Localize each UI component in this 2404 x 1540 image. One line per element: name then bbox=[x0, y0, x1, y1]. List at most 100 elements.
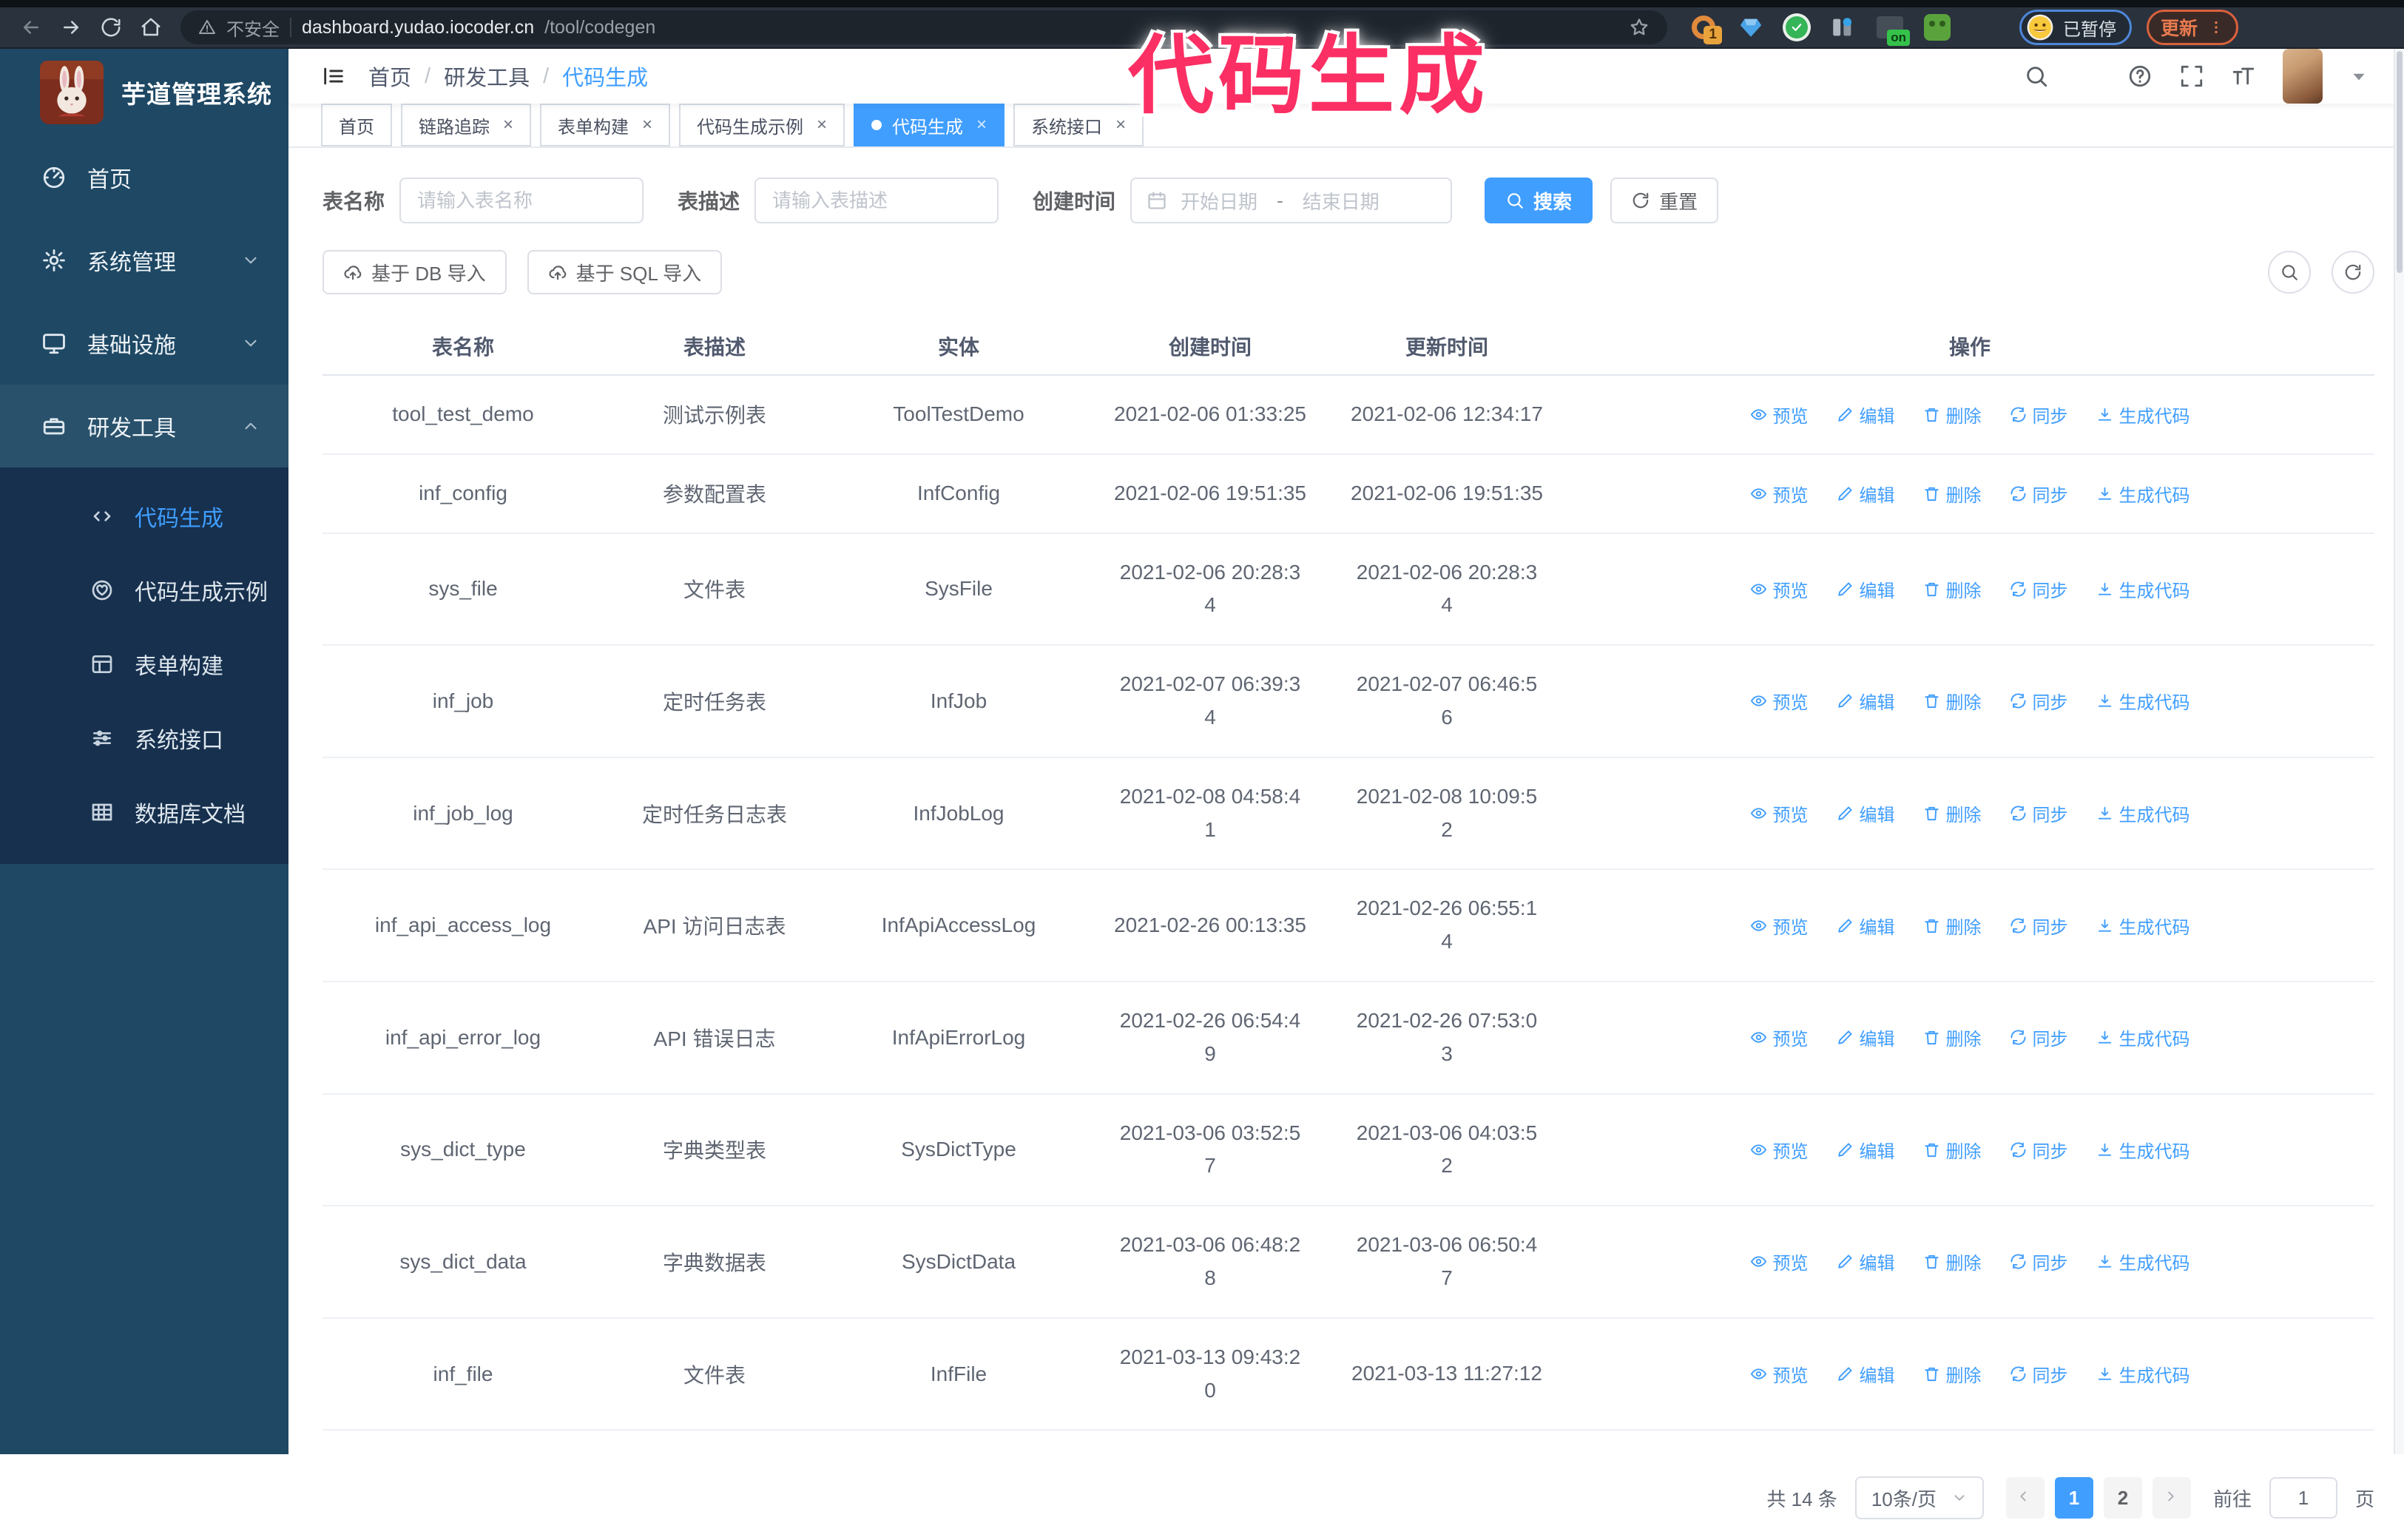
search-icon[interactable] bbox=[2024, 64, 2049, 89]
goto-page-input[interactable] bbox=[2269, 1477, 2337, 1519]
table-desc-input[interactable] bbox=[754, 178, 999, 223]
tab-4[interactable]: 代码生成 × bbox=[854, 104, 1005, 146]
sidebar-item-0[interactable]: 首页 bbox=[0, 136, 288, 219]
font-size-icon[interactable] bbox=[2231, 64, 2256, 89]
tab-3[interactable]: 代码生成示例 × bbox=[679, 104, 845, 146]
extension-gem-icon[interactable] bbox=[1735, 12, 1766, 43]
sidebar-subitem-3[interactable]: 系统接口 bbox=[0, 701, 288, 775]
close-tab-icon[interactable]: × bbox=[503, 115, 513, 135]
action-generate-link[interactable]: 生成代码 bbox=[2096, 1137, 2190, 1163]
tab-1[interactable]: 链路追踪 × bbox=[401, 104, 532, 146]
action-edit-link[interactable]: 编辑 bbox=[1837, 481, 1895, 507]
bookmark-star-icon[interactable] bbox=[1629, 17, 1650, 38]
fullscreen-icon[interactable] bbox=[2179, 64, 2204, 89]
action-preview-link[interactable]: 预览 bbox=[1750, 576, 1809, 602]
sidebar-item-1[interactable]: 系统管理 bbox=[0, 219, 288, 302]
scrollbar-thumb[interactable] bbox=[2397, 51, 2403, 273]
action-delete-link[interactable]: 删除 bbox=[1923, 913, 1982, 939]
action-generate-link[interactable]: 生成代码 bbox=[2096, 576, 2190, 602]
action-preview-link[interactable]: 预览 bbox=[1750, 1361, 1809, 1387]
action-generate-link[interactable]: 生成代码 bbox=[2096, 402, 2190, 428]
db-import-button[interactable]: 基于 DB 导入 bbox=[323, 250, 507, 294]
avatar[interactable] bbox=[2283, 49, 2323, 104]
search-button[interactable]: 搜索 bbox=[1485, 178, 1593, 223]
action-edit-link[interactable]: 编辑 bbox=[1837, 913, 1895, 939]
tab-2[interactable]: 表单构建 × bbox=[540, 104, 671, 146]
action-generate-link[interactable]: 生成代码 bbox=[2096, 800, 2190, 826]
tab-5[interactable]: 系统接口 × bbox=[1013, 104, 1144, 146]
page-number-1[interactable]: 1 bbox=[2054, 1477, 2093, 1519]
action-delete-link[interactable]: 删除 bbox=[1923, 576, 1982, 602]
close-tab-icon[interactable]: × bbox=[1115, 115, 1126, 135]
action-generate-link[interactable]: 生成代码 bbox=[2096, 688, 2190, 714]
home-icon[interactable] bbox=[133, 10, 169, 44]
sidebar-item-2[interactable]: 基础设施 bbox=[0, 302, 288, 385]
action-edit-link[interactable]: 编辑 bbox=[1837, 576, 1895, 602]
action-edit-link[interactable]: 编辑 bbox=[1837, 688, 1895, 714]
action-preview-link[interactable]: 预览 bbox=[1750, 402, 1809, 428]
page-size-select[interactable]: 10条/页 bbox=[1854, 1476, 1984, 1520]
sidebar-subitem-1[interactable]: 代码生成示例 bbox=[0, 553, 288, 627]
close-tab-icon[interactable]: × bbox=[976, 115, 987, 135]
action-sync-link[interactable]: 同步 bbox=[2010, 1361, 2068, 1387]
action-preview-link[interactable]: 预览 bbox=[1750, 913, 1809, 939]
action-generate-link[interactable]: 生成代码 bbox=[2096, 913, 2190, 939]
close-tab-icon[interactable]: × bbox=[817, 115, 827, 135]
extension-check-icon[interactable] bbox=[1783, 13, 1811, 41]
action-delete-link[interactable]: 删除 bbox=[1923, 481, 1982, 507]
sql-import-button[interactable]: 基于 SQL 导入 bbox=[527, 250, 723, 294]
sidebar-item-3[interactable]: 研发工具 bbox=[0, 385, 288, 467]
action-sync-link[interactable]: 同步 bbox=[2010, 481, 2068, 507]
action-preview-link[interactable]: 预览 bbox=[1750, 800, 1809, 826]
action-delete-link[interactable]: 删除 bbox=[1923, 688, 1982, 714]
action-sync-link[interactable]: 同步 bbox=[2010, 1024, 2068, 1050]
action-edit-link[interactable]: 编辑 bbox=[1837, 800, 1895, 826]
action-preview-link[interactable]: 预览 bbox=[1750, 1137, 1809, 1163]
action-edit-link[interactable]: 编辑 bbox=[1837, 402, 1895, 428]
extension-dark-icon[interactable]: on bbox=[1874, 12, 1910, 46]
action-preview-link[interactable]: 预览 bbox=[1750, 688, 1809, 714]
action-preview-link[interactable]: 预览 bbox=[1750, 1249, 1809, 1274]
action-generate-link[interactable]: 生成代码 bbox=[2096, 481, 2190, 507]
action-delete-link[interactable]: 删除 bbox=[1923, 1249, 1982, 1274]
action-edit-link[interactable]: 编辑 bbox=[1837, 1137, 1895, 1163]
extension-orange-icon[interactable]: 1 bbox=[1688, 12, 1722, 44]
sidebar-subitem-0[interactable]: 代码生成 bbox=[0, 479, 288, 553]
browser-update-button[interactable]: 更新 bbox=[2147, 10, 2239, 45]
tab-0[interactable]: 首页 bbox=[321, 104, 392, 146]
app-logo[interactable]: 芋道管理系统 bbox=[0, 49, 288, 136]
extensions-puzzle-icon[interactable] bbox=[1969, 12, 2000, 43]
breadcrumb-devtools[interactable]: 研发工具 bbox=[444, 61, 530, 92]
reload-icon[interactable] bbox=[93, 10, 129, 44]
reset-button[interactable]: 重置 bbox=[1610, 178, 1719, 223]
action-delete-link[interactable]: 删除 bbox=[1923, 402, 1982, 428]
action-sync-link[interactable]: 同步 bbox=[2010, 913, 2068, 939]
toggle-search-button[interactable] bbox=[2268, 251, 2311, 294]
action-delete-link[interactable]: 删除 bbox=[1923, 1361, 1982, 1387]
action-sync-link[interactable]: 同步 bbox=[2010, 800, 2068, 826]
action-delete-link[interactable]: 删除 bbox=[1923, 1024, 1982, 1050]
action-generate-link[interactable]: 生成代码 bbox=[2096, 1024, 2190, 1050]
action-sync-link[interactable]: 同步 bbox=[2010, 1137, 2068, 1163]
sidebar-subitem-4[interactable]: 数据库文档 bbox=[0, 775, 288, 849]
action-sync-link[interactable]: 同步 bbox=[2010, 576, 2068, 602]
hamburger-icon[interactable] bbox=[321, 64, 346, 89]
action-sync-link[interactable]: 同步 bbox=[2010, 1249, 2068, 1274]
page-number-2[interactable]: 2 bbox=[2103, 1477, 2142, 1519]
sidebar-subitem-2[interactable]: 表单构建 bbox=[0, 627, 288, 701]
extension-columns-icon[interactable] bbox=[1827, 12, 1858, 43]
page-scrollbar[interactable] bbox=[2394, 49, 2404, 1454]
github-icon[interactable] bbox=[2076, 64, 2101, 89]
prev-page-button[interactable] bbox=[2005, 1477, 2045, 1519]
action-preview-link[interactable]: 预览 bbox=[1750, 481, 1809, 507]
action-edit-link[interactable]: 编辑 bbox=[1837, 1361, 1895, 1387]
dots-vertical-icon[interactable] bbox=[2208, 19, 2224, 36]
next-page-button[interactable] bbox=[2152, 1477, 2191, 1519]
action-preview-link[interactable]: 预览 bbox=[1750, 1024, 1809, 1050]
action-delete-link[interactable]: 删除 bbox=[1923, 800, 1982, 826]
date-range-picker[interactable]: 开始日期 - 结束日期 bbox=[1130, 178, 1453, 223]
action-generate-link[interactable]: 生成代码 bbox=[2096, 1249, 2190, 1274]
action-edit-link[interactable]: 编辑 bbox=[1837, 1024, 1895, 1050]
help-icon[interactable] bbox=[2127, 64, 2153, 89]
action-generate-link[interactable]: 生成代码 bbox=[2096, 1361, 2190, 1387]
